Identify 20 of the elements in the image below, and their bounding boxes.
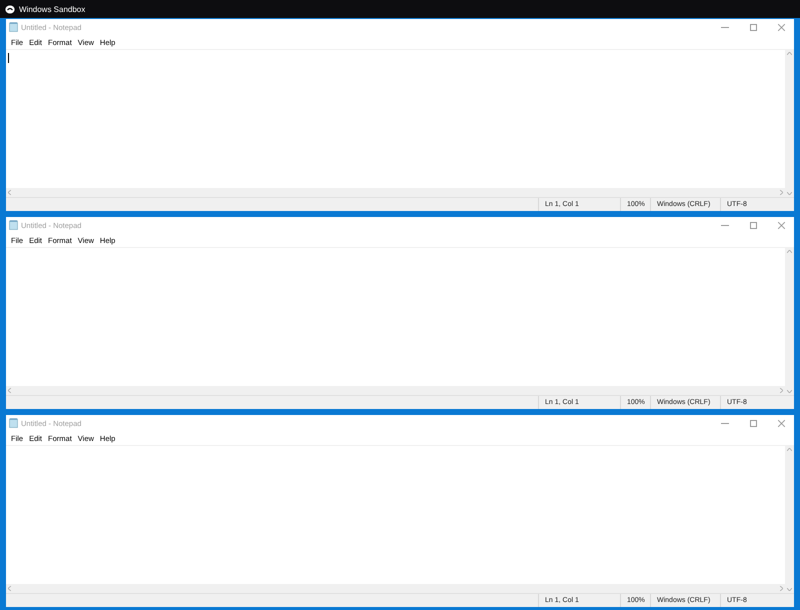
close-icon (778, 222, 784, 228)
notepad-icon (9, 418, 18, 428)
vertical-scrollbar[interactable] (785, 446, 794, 593)
minimize-icon (721, 422, 729, 424)
sandbox-icon (5, 4, 15, 14)
minimize-icon (721, 224, 729, 226)
close-icon (778, 24, 784, 30)
maximize-icon (750, 24, 756, 30)
vertical-scrollbar[interactable] (785, 50, 794, 197)
horizontal-scrollbar[interactable] (6, 188, 785, 197)
minimize-icon (721, 26, 729, 28)
window-title: Windows Sandbox (19, 4, 86, 14)
close-icon (778, 420, 784, 426)
vertical-scrollbar[interactable] (785, 248, 794, 395)
maximize-icon (750, 222, 756, 228)
horizontal-scrollbar[interactable] (6, 386, 785, 395)
notepad-icon (9, 220, 18, 230)
notepad-icon (9, 22, 18, 32)
horizontal-scrollbar[interactable] (6, 584, 785, 593)
maximize-icon (750, 420, 756, 426)
